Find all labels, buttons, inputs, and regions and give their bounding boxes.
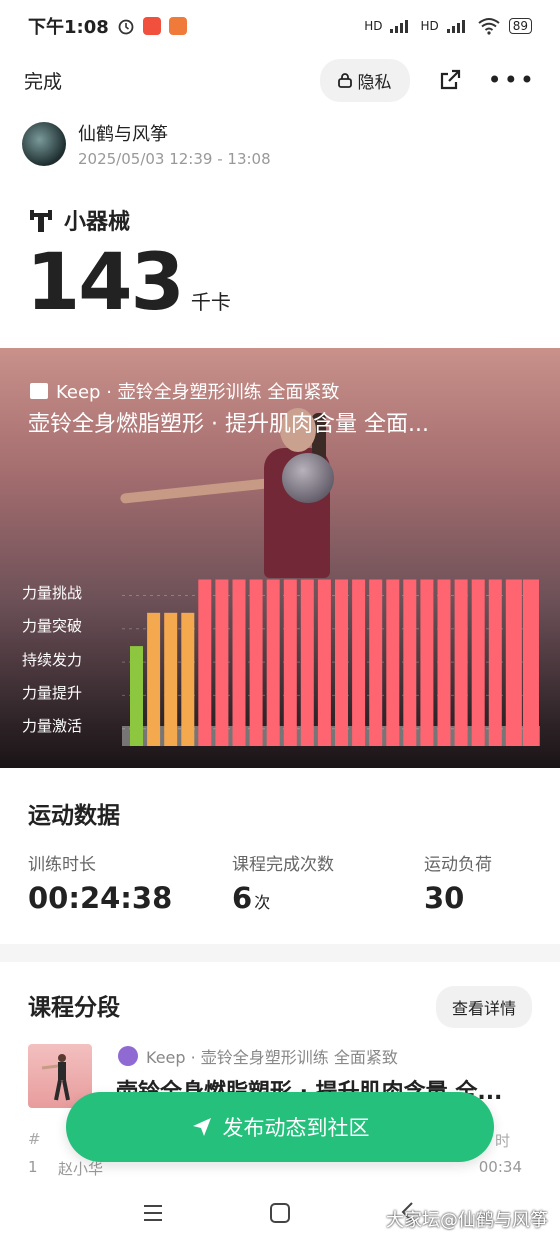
lock-icon [337, 73, 352, 88]
send-icon [192, 1118, 211, 1136]
stat-load: 运动负荷 30 [424, 850, 492, 915]
battery-indicator: 89 [508, 18, 532, 34]
chart-bar [130, 646, 143, 746]
chart-bar [266, 579, 280, 746]
chart-bar [317, 579, 331, 746]
wifi-icon [478, 18, 500, 35]
chart-bar [164, 612, 178, 746]
table-head-time: 时 [494, 1132, 510, 1150]
signal-icon-2 [446, 20, 465, 33]
stat-completions: 课程完成次数 6次 [232, 850, 334, 915]
app-notification-icon-2 [168, 17, 187, 35]
section-divider [0, 944, 560, 962]
chart-bar [249, 579, 263, 746]
avatar[interactable] [22, 122, 66, 166]
hero-brand-line: Keep · 壶铃全身塑形训练 全面紧致 [30, 378, 339, 404]
chart-bar [437, 579, 451, 746]
view-details-button[interactable]: 查看详情 [435, 986, 532, 1028]
chart-bar [147, 612, 161, 746]
network-hd-label-1: HD [364, 19, 383, 33]
sport-data-section: 运动数据 训练时长 00:24:38 课程完成次数 6次 运动负荷 30 [0, 768, 560, 944]
app-notification-icon [142, 17, 161, 35]
dumbbell-icon [30, 210, 52, 232]
system-nav-bar: 大家坛@仙鹤与风筝 [0, 1188, 560, 1244]
sport-name: 小器械 [64, 210, 131, 235]
keep-logo-icon [118, 1046, 138, 1066]
signal-icon [390, 20, 409, 33]
calories-value: 143 [26, 238, 185, 328]
network-hd-label-2: HD [420, 19, 439, 33]
level-label: 持续发力 [22, 650, 83, 669]
alarm-icon [118, 19, 134, 35]
sport-data-title: 运动数据 [28, 803, 120, 829]
chart-bar [283, 579, 297, 746]
chart-bar [505, 579, 522, 746]
kettlebell-image [282, 453, 334, 503]
hero-course-title: 壶铃全身燃脂塑形 · 提升肌肉含量 全面... [28, 412, 429, 437]
calories-block: 143 千卡 [26, 244, 231, 322]
home-icon[interactable] [270, 1203, 290, 1223]
chart-bar [215, 579, 229, 746]
chart-bar [335, 579, 348, 746]
course-section-title: 课程分段 [28, 995, 120, 1021]
level-label: 力量突破 [22, 617, 83, 636]
publish-to-community-button[interactable]: 发布动态到社区 [66, 1092, 494, 1162]
sport-title: 小器械 [28, 204, 130, 236]
chart-bar [522, 579, 539, 746]
course-brand-line: Keep · 壶铃全身塑形训练 全面紧致 [146, 1048, 398, 1067]
table-head-index: # [28, 1130, 41, 1148]
intensity-chart [122, 579, 540, 746]
intensity-levels: 力量挑战 力量突破 持续发力 力量提升 力量激活 [22, 582, 82, 748]
stat-value: 00:24:38 [28, 881, 173, 915]
chart-bar [198, 579, 212, 746]
publish-label: 发布动态到社区 [222, 1116, 370, 1140]
stat-duration: 训练时长 00:24:38 [28, 850, 172, 915]
chart-bar [471, 579, 485, 746]
done-button[interactable]: 完成 [24, 67, 62, 94]
stat-label: 运动负荷 [424, 855, 492, 875]
more-icon[interactable]: ••• [488, 68, 536, 92]
status-time: 下午1:08 [28, 17, 109, 38]
workout-time-range: 2025/05/03 12:39 - 13:08 [78, 150, 271, 168]
level-label: 力量激活 [22, 717, 83, 736]
user-name: 仙鹤与风筝 [78, 124, 168, 145]
stat-value: 6 [232, 881, 253, 915]
chart-bar [300, 579, 314, 746]
row-time: 00:34 [478, 1158, 522, 1176]
row-index: 1 [28, 1158, 38, 1176]
chart-bar [403, 579, 417, 746]
watermark: 大家坛@仙鹤与风筝 [386, 1210, 548, 1231]
chart-bar [420, 579, 434, 746]
course-hero[interactable]: Keep · 壶铃全身塑形训练 全面紧致 壶铃全身燃脂塑形 · 提升肌肉含量 全… [0, 348, 560, 768]
keep-logo-icon [30, 383, 48, 399]
chart-bar [454, 579, 468, 746]
level-label: 力量挑战 [22, 584, 83, 602]
chart-bar [181, 612, 195, 746]
calories-unit: 千卡 [190, 290, 231, 314]
hero-brand-text: Keep · 壶铃全身塑形训练 全面紧致 [56, 382, 340, 403]
share-icon[interactable] [438, 68, 462, 92]
stat-value: 30 [424, 881, 465, 915]
stat-label: 训练时长 [28, 855, 96, 875]
chart-bar [488, 579, 502, 746]
user-row: 仙鹤与风筝 2025/05/03 12:39 - 13:08 [22, 120, 271, 168]
menu-icon[interactable] [142, 1202, 164, 1224]
chart-bar [386, 579, 400, 746]
privacy-button[interactable]: 隐私 [319, 58, 410, 102]
chart-bar [232, 579, 246, 746]
hero-figure-arm [119, 478, 271, 504]
chart-bar [369, 579, 383, 746]
stat-unit: 次 [254, 893, 271, 912]
top-nav: 完成 隐私 ••• [0, 58, 560, 102]
level-label: 力量提升 [22, 683, 83, 702]
chart-bar [352, 579, 366, 746]
status-bar: 下午1:08 HD HD 89 [0, 0, 560, 52]
stat-label: 课程完成次数 [232, 855, 334, 875]
privacy-label: 隐私 [357, 72, 392, 93]
